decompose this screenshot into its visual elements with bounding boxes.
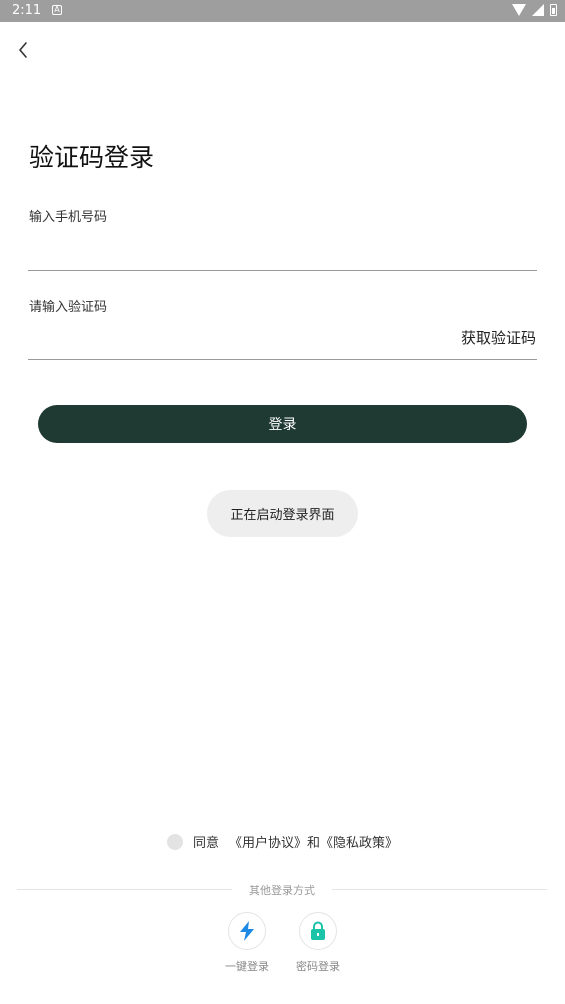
get-code-button[interactable]: 获取验证码 xyxy=(461,327,536,348)
one-click-login-button[interactable]: 一键登录 xyxy=(217,912,277,974)
code-label: 请输入验证码 xyxy=(29,300,108,315)
signal-icon xyxy=(532,4,544,16)
code-input[interactable] xyxy=(29,326,453,354)
and-text: 和 xyxy=(307,836,321,851)
agree-radio[interactable] xyxy=(166,833,183,850)
system-icons xyxy=(512,4,557,16)
phone-input[interactable] xyxy=(29,238,453,266)
code-underline xyxy=(28,359,537,360)
status-time: 2:11 xyxy=(12,3,42,18)
privacy-policy-link[interactable]: 《隐私政策》 xyxy=(320,836,398,851)
one-click-login-label: 一键登录 xyxy=(225,960,269,973)
login-button[interactable]: 登录 xyxy=(38,405,527,443)
chevron-left-icon xyxy=(19,42,27,58)
password-login-label: 密码登录 xyxy=(296,960,340,973)
lightning-icon xyxy=(240,921,254,941)
user-agreement-link[interactable]: 《用户协议》 xyxy=(229,836,307,851)
login-button-label: 登录 xyxy=(268,417,297,433)
other-login-divider: 其他登录方式 xyxy=(17,881,547,899)
toast-message: 正在启动登录界面 xyxy=(207,490,358,537)
phone-label: 输入手机号码 xyxy=(29,210,108,225)
agreement-row: 同意 《用户协议》和《隐私政策》 xyxy=(0,832,565,851)
notification-icon: A xyxy=(52,5,62,15)
password-login-circle xyxy=(299,912,337,950)
toast-text: 正在启动登录界面 xyxy=(230,508,335,523)
battery-icon xyxy=(550,4,557,16)
back-button[interactable] xyxy=(12,38,36,62)
phone-underline xyxy=(28,270,537,271)
page-title: 验证码登录 xyxy=(29,143,155,172)
one-click-login-circle xyxy=(228,912,266,950)
other-login-title: 其他登录方式 xyxy=(241,884,323,897)
agree-label: 同意 xyxy=(192,836,219,851)
password-login-button[interactable]: 密码登录 xyxy=(288,912,348,974)
status-bar: 2:11 A xyxy=(0,0,565,22)
lock-icon xyxy=(311,921,325,940)
wifi-icon xyxy=(512,4,526,16)
